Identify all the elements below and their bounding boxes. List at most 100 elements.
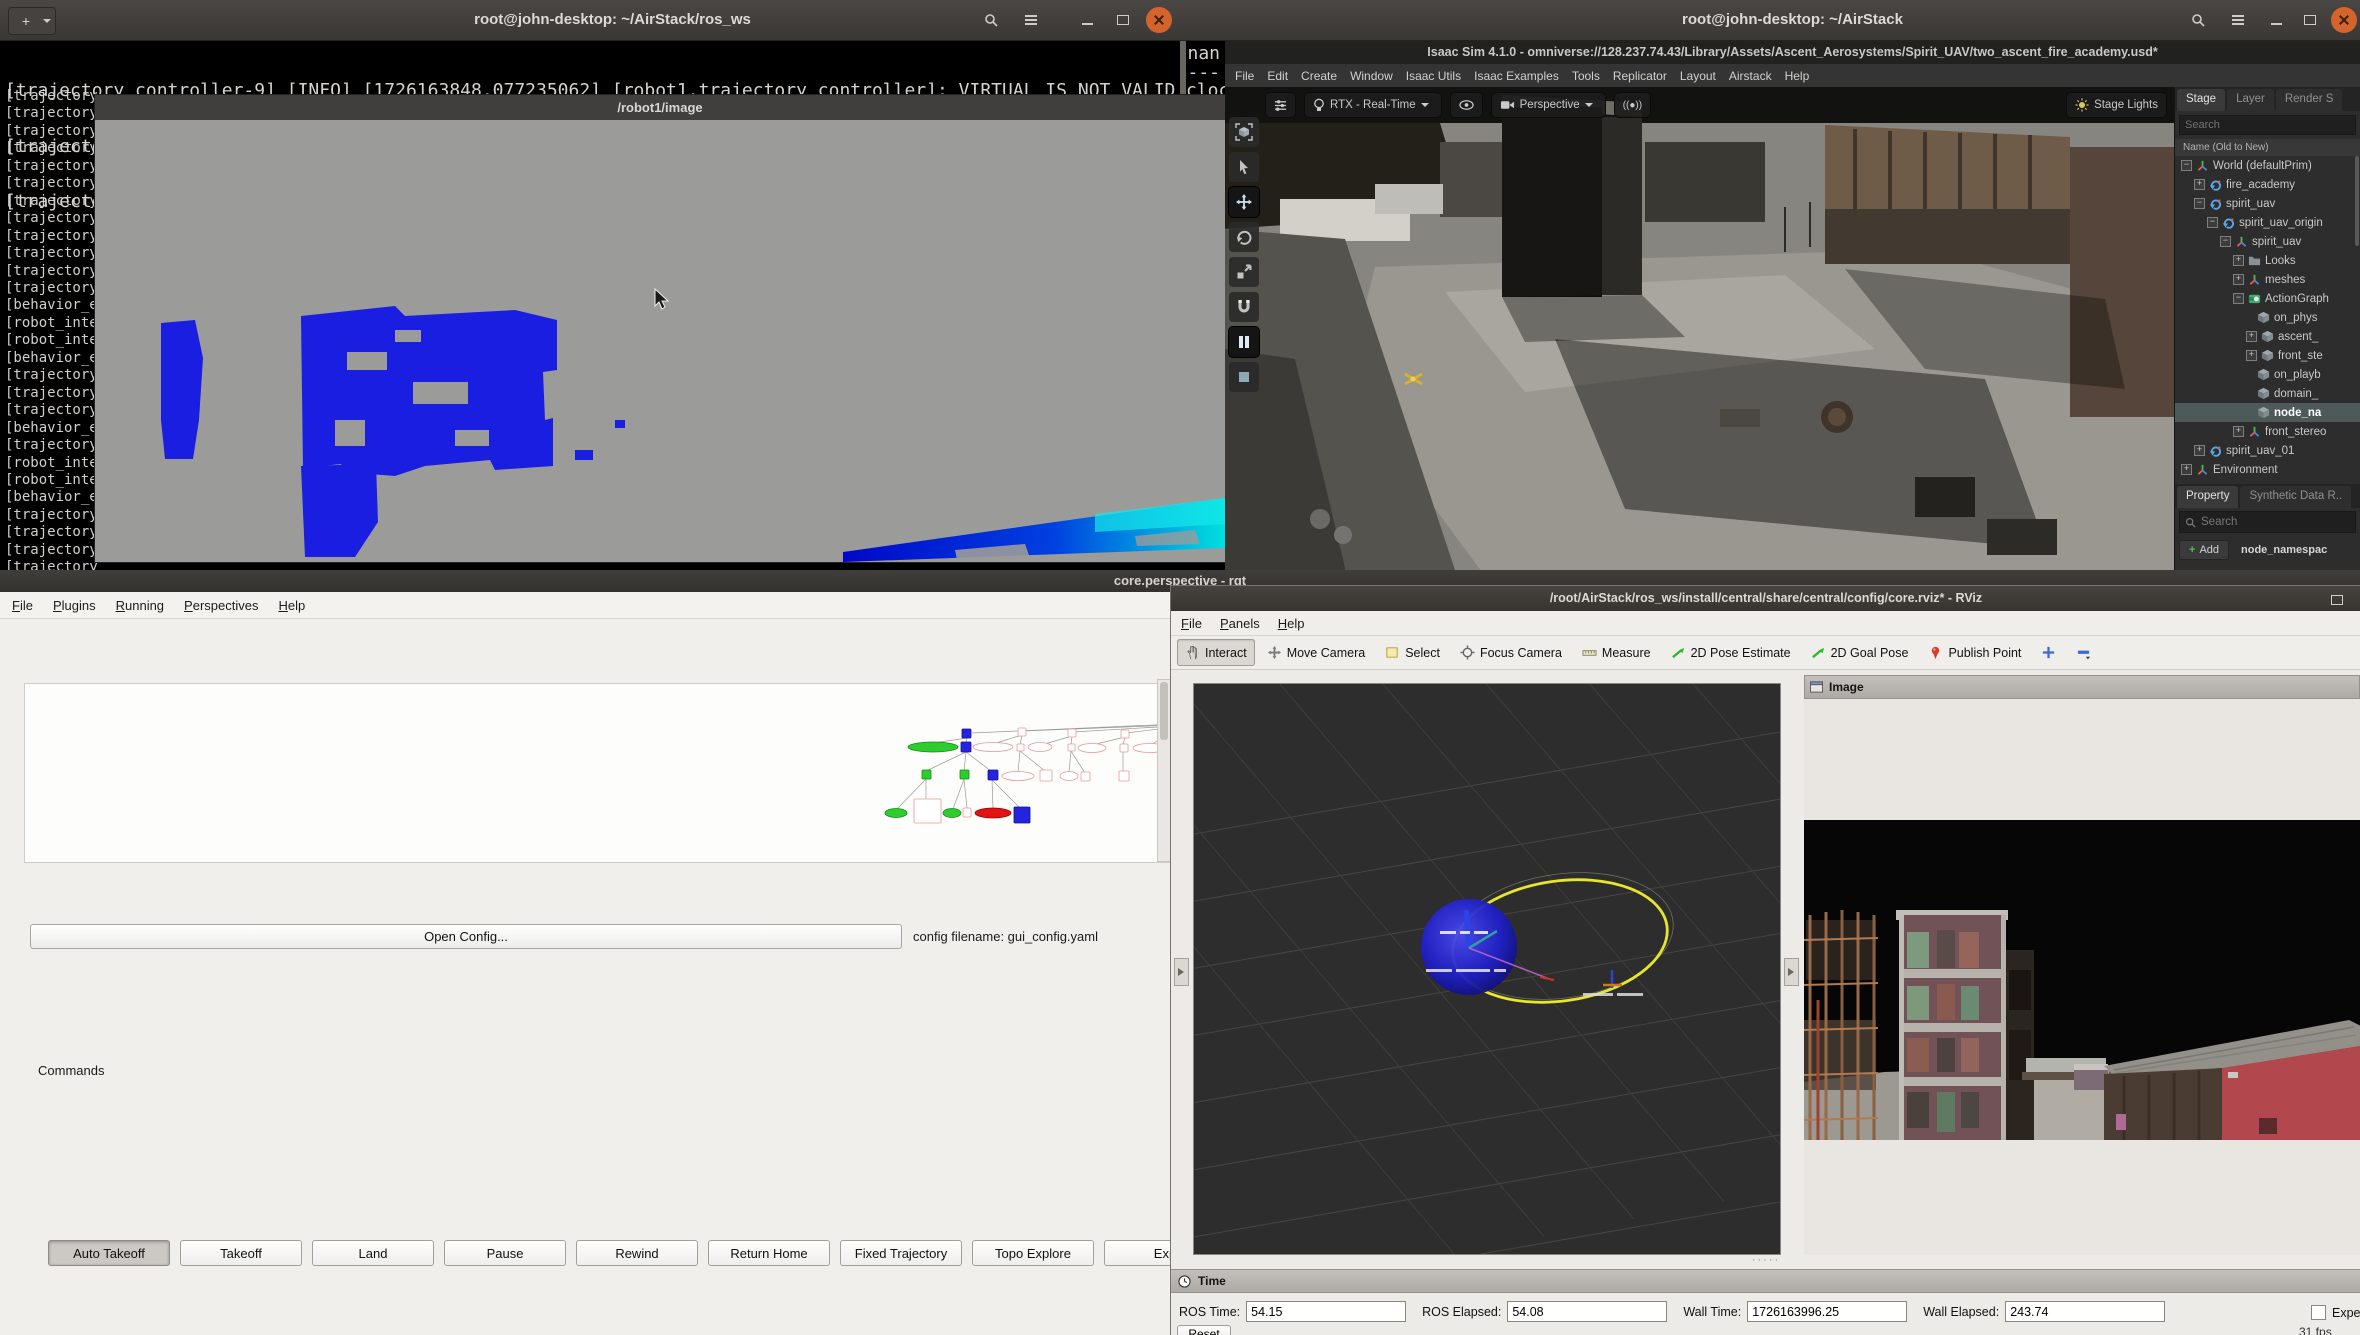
2d-pose-estimate-tool[interactable]: 2D Pose Estimate xyxy=(1663,639,1799,666)
wall-elapsed-input[interactable] xyxy=(2005,1301,2166,1322)
render-settings-button[interactable] xyxy=(1265,92,1296,118)
ros-time-input[interactable] xyxy=(1246,1301,1407,1322)
capture-button[interactable]: ((●)) xyxy=(1613,92,1652,118)
topo-explore-button[interactable]: Topo Explore xyxy=(972,1240,1094,1266)
stage-tree-item-actiongraph[interactable]: − ActionGraph xyxy=(2175,289,2360,308)
stage-tree-item-domain-[interactable]: domain_ xyxy=(2175,384,2360,403)
stage-search-input[interactable] xyxy=(2179,115,2356,135)
ros-elapsed-input[interactable] xyxy=(1507,1301,1668,1322)
renderer-select[interactable]: RTX - Real-Time xyxy=(1304,92,1442,118)
interact-tool[interactable]: Interact xyxy=(1177,639,1255,666)
isaac-menu-item[interactable]: Window xyxy=(1350,69,1393,83)
isaac-menu-item[interactable]: Isaac Examples xyxy=(1474,69,1559,83)
cursor-tool-button[interactable] xyxy=(1229,152,1259,182)
experimental-checkbox[interactable]: Experiment xyxy=(2311,1305,2360,1320)
select-tool[interactable]: Select xyxy=(1377,639,1448,666)
panel-splitter-handle[interactable]: ····· xyxy=(1171,1255,2360,1269)
wall-time-input[interactable] xyxy=(1747,1301,1908,1322)
maximize-button[interactable] xyxy=(1110,7,1136,33)
minimize-button[interactable] xyxy=(2263,7,2289,33)
tree-expand-icon[interactable]: + xyxy=(2233,274,2244,285)
stage-tab-render-s[interactable]: Render S xyxy=(2275,89,2343,111)
stage-tab-stage[interactable]: Stage xyxy=(2177,89,2226,111)
search-icon[interactable] xyxy=(2185,7,2211,33)
isaac-menu-item[interactable]: Tools xyxy=(1572,69,1600,83)
stage-tree-item-environment[interactable]: + Environment xyxy=(2175,460,2360,479)
camera-select[interactable]: Perspective xyxy=(1490,92,1606,118)
isaac-viewport[interactable]: RTX - Real-Time Perspective ((●)) Stage … xyxy=(1225,87,2175,576)
isaac-menu-item[interactable]: File xyxy=(1235,69,1254,83)
rviz-3d-view[interactable] xyxy=(953,543,2175,1305)
minimize-button[interactable] xyxy=(1074,7,1100,33)
rqt-menu-item[interactable]: Perspectives xyxy=(184,598,258,613)
stage-tree-scrollbar[interactable] xyxy=(2355,156,2359,246)
open-config-button[interactable]: Open Config... xyxy=(30,924,902,949)
stage-tab-layer[interactable]: Layer xyxy=(2227,89,2274,111)
measure-tool[interactable]: Measure xyxy=(1574,639,1659,666)
fixed-trajectory-button[interactable]: Fixed Trajectory xyxy=(840,1240,962,1266)
graph-scrollbar[interactable] xyxy=(1157,679,1171,862)
publish-point-tool[interactable]: Publish Point xyxy=(1920,639,2029,666)
minus-tool[interactable] xyxy=(2068,639,2099,666)
rotate-tool-button[interactable] xyxy=(1229,222,1259,252)
stage-lights-button[interactable]: Stage Lights xyxy=(2066,92,2167,118)
stage-tree-item-fire-academy[interactable]: + fire_academy xyxy=(2175,175,2360,194)
stage-tree-item-on-phys[interactable]: on_phys xyxy=(2175,308,2360,327)
stage-tree-item-on-playb[interactable]: on_playb xyxy=(2175,365,2360,384)
isaac-menu-item[interactable]: Edit xyxy=(1267,69,1288,83)
rviz-menu-item[interactable]: Panels xyxy=(1220,616,1260,631)
menu-icon[interactable] xyxy=(2225,7,2251,33)
time-panel-header[interactable]: Time xyxy=(1171,1269,2360,1293)
tree-expand-icon[interactable]: − xyxy=(2233,293,2244,304)
tree-expand-icon[interactable]: − xyxy=(2220,236,2231,247)
tree-expand-icon[interactable]: + xyxy=(2194,445,2205,456)
land-button[interactable]: Land xyxy=(312,1240,434,1266)
2d-goal-pose-tool[interactable]: 2D Goal Pose xyxy=(1803,639,1917,666)
stage-tree-item-spirit-uav-01[interactable]: + spirit_uav_01 xyxy=(2175,441,2360,460)
isaac-menu-item[interactable]: Replicator xyxy=(1613,69,1667,83)
stage-tree-item-world-defaultprim-[interactable]: − World (defaultPrim) xyxy=(2175,156,2360,175)
stage-tree-item-front-ste[interactable]: + front_ste xyxy=(2175,346,2360,365)
rqt-menu-item[interactable]: Running xyxy=(116,598,164,613)
plus-tool[interactable] xyxy=(2033,639,2064,666)
image-panel-header[interactable]: Image xyxy=(1804,675,2360,699)
displays-panel-expand-handle[interactable] xyxy=(1174,958,1189,986)
menu-icon[interactable] xyxy=(1018,7,1044,33)
rqt-menu-item[interactable]: File xyxy=(12,598,33,613)
stage-tree-item-spirit-uav[interactable]: − spirit_uav xyxy=(2175,194,2360,213)
rewind-button[interactable]: Rewind xyxy=(576,1240,698,1266)
select-cube-tool-button[interactable] xyxy=(1229,117,1259,147)
tree-expand-icon[interactable]: + xyxy=(2233,426,2244,437)
close-button[interactable] xyxy=(2331,7,2357,33)
search-icon[interactable] xyxy=(978,7,1004,33)
rqt-menu-item[interactable]: Help xyxy=(278,598,305,613)
rviz-menu-item[interactable]: File xyxy=(1181,616,1202,631)
isaac-menu-item[interactable]: Help xyxy=(1785,69,1810,83)
side-panel-expand-handle[interactable] xyxy=(1784,958,1799,986)
tree-expand-icon[interactable]: + xyxy=(2233,255,2244,266)
takeoff-button[interactable]: Takeoff xyxy=(180,1240,302,1266)
stage-tree-item-front-stereo[interactable]: + front_stereo xyxy=(2175,422,2360,441)
property-tab-synthetic-data-r-[interactable]: Synthetic Data R.. xyxy=(2240,486,2352,508)
move-camera-tool[interactable]: Move Camera xyxy=(1259,639,1374,666)
auto-takeoff-button[interactable]: Auto Takeoff xyxy=(48,1240,170,1266)
scale-tool-button[interactable] xyxy=(1229,257,1259,287)
maximize-button[interactable] xyxy=(2331,595,2343,605)
property-search[interactable]: Search xyxy=(2179,511,2356,533)
stop-tool-button[interactable] xyxy=(1229,362,1259,392)
stage-tree-item-meshes[interactable]: + meshes xyxy=(2175,270,2360,289)
property-tab-property[interactable]: Property xyxy=(2177,486,2239,508)
stage-tree-item-ascent-[interactable]: + ascent_ xyxy=(2175,327,2360,346)
stage-tree-item-spirit-uav-origin[interactable]: − spirit_uav_origin xyxy=(2175,213,2360,232)
stage-tree-item-node-na[interactable]: node_na xyxy=(2175,403,2360,422)
pause-button[interactable]: Pause xyxy=(444,1240,566,1266)
add-button[interactable]: + Add xyxy=(2179,540,2230,560)
focus-camera-tool[interactable]: Focus Camera xyxy=(1452,639,1570,666)
tree-expand-icon[interactable]: − xyxy=(2194,198,2205,209)
isaac-menu-item[interactable]: Airstack xyxy=(1729,69,1772,83)
isaac-menu-item[interactable]: Isaac Utils xyxy=(1406,69,1461,83)
tree-expand-icon[interactable]: + xyxy=(2246,350,2257,361)
tree-expand-icon[interactable]: + xyxy=(2194,179,2205,190)
reset-button[interactable]: Reset xyxy=(1177,1325,1231,1335)
visibility-button[interactable] xyxy=(1449,92,1483,118)
